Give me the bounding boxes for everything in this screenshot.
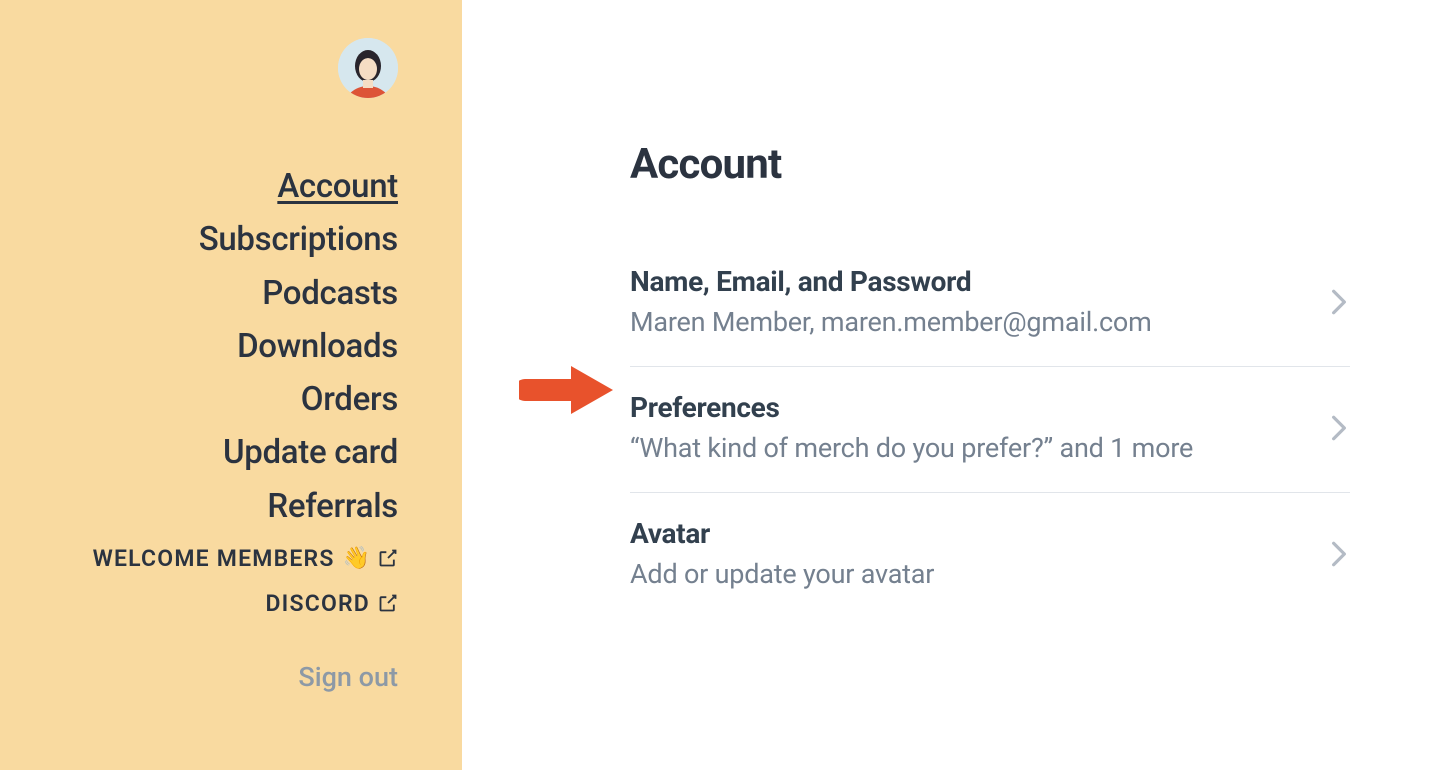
nav-item-orders[interactable]: Orders	[301, 379, 398, 420]
external-link-icon	[378, 593, 398, 613]
sidebar: Account Subscriptions Podcasts Downloads…	[0, 0, 462, 770]
row-name-email-password[interactable]: Name, Email, and Password Maren Member, …	[630, 241, 1350, 367]
nav-item-downloads[interactable]: Downloads	[237, 326, 398, 367]
external-links: WELCOME MEMBERS 👋 DISCORD	[93, 545, 398, 617]
wave-emoji-icon: 👋	[343, 546, 370, 571]
chevron-right-icon	[1328, 539, 1350, 569]
row-title: Preferences	[630, 391, 1308, 424]
nav: Account Subscriptions Podcasts Downloads…	[199, 166, 398, 527]
nav-item-subscriptions[interactable]: Subscriptions	[199, 219, 398, 260]
avatar-icon	[338, 38, 398, 98]
row-subtitle: Add or update your avatar	[630, 558, 1308, 590]
row-text: Preferences “What kind of merch do you p…	[630, 391, 1308, 464]
row-subtitle: Maren Member, maren.member@gmail.com	[630, 306, 1308, 338]
sign-out-link[interactable]: Sign out	[298, 661, 398, 693]
ext-link-welcome-members[interactable]: WELCOME MEMBERS 👋	[93, 545, 398, 572]
nav-item-account[interactable]: Account	[277, 166, 398, 207]
nav-item-podcasts[interactable]: Podcasts	[262, 273, 398, 314]
main-content: Account Name, Email, and Password Maren …	[462, 0, 1440, 770]
row-title: Name, Email, and Password	[630, 265, 1308, 298]
ext-link-discord[interactable]: DISCORD	[265, 590, 398, 617]
page-title: Account	[630, 140, 1350, 189]
chevron-right-icon	[1328, 413, 1350, 443]
row-text: Avatar Add or update your avatar	[630, 517, 1308, 590]
row-preferences[interactable]: Preferences “What kind of merch do you p…	[630, 367, 1350, 493]
row-text: Name, Email, and Password Maren Member, …	[630, 265, 1308, 338]
ext-link-label: WELCOME MEMBERS	[93, 545, 335, 572]
external-link-icon	[378, 548, 398, 568]
nav-item-referrals[interactable]: Referrals	[267, 486, 398, 527]
row-avatar[interactable]: Avatar Add or update your avatar	[630, 493, 1350, 618]
row-subtitle: “What kind of merch do you prefer?” and …	[630, 432, 1308, 464]
nav-item-update-card[interactable]: Update card	[223, 432, 398, 473]
ext-link-label: DISCORD	[265, 590, 370, 617]
avatar[interactable]	[338, 38, 398, 98]
pointer-arrow-icon	[519, 360, 619, 420]
row-title: Avatar	[630, 517, 1308, 550]
chevron-right-icon	[1328, 287, 1350, 317]
